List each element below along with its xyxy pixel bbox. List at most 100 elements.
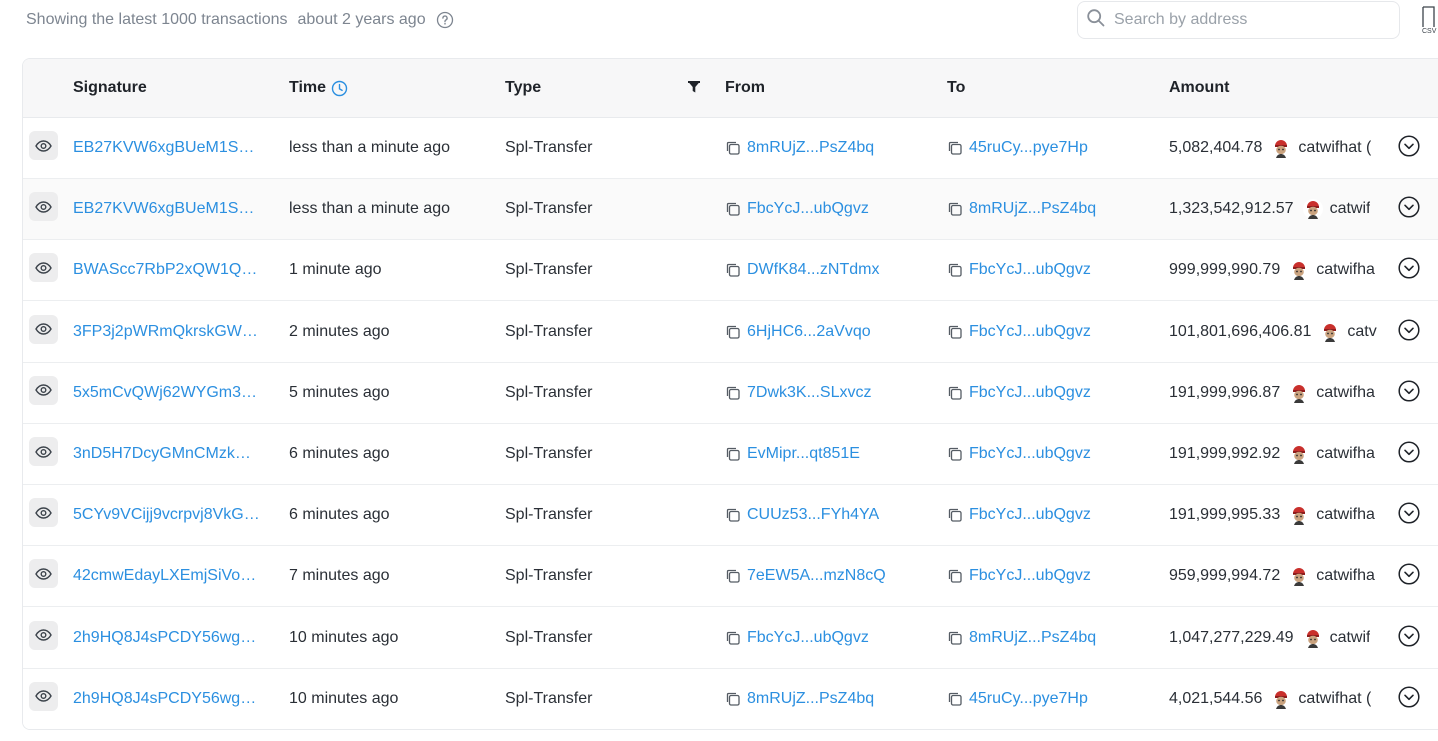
filter-icon[interactable]: [687, 80, 701, 94]
copy-icon[interactable]: [725, 568, 747, 584]
from-address[interactable]: 7eEW5A...mzN8cQ: [725, 567, 886, 585]
to-address[interactable]: 8mRUjZ...PsZ4bq: [947, 629, 1096, 647]
copy-icon[interactable]: [947, 262, 969, 278]
from-address[interactable]: 8mRUjZ...PsZ4bq: [725, 690, 874, 708]
copy-icon[interactable]: [725, 385, 747, 401]
copy-icon[interactable]: [947, 568, 969, 584]
to-address[interactable]: 45ruCy...pye7Hp: [947, 139, 1088, 157]
view-details-button[interactable]: [29, 437, 58, 466]
from-address[interactable]: EvMipr...qt851E: [725, 445, 860, 463]
table-row[interactable]: 2h9HQ8J4sPCDY56wg… 10 minutes ago Spl-Tran…: [23, 668, 1438, 729]
signature-link[interactable]: BWAScc7RbP2xQW1Q…: [73, 240, 263, 300]
copy-icon[interactable]: [725, 262, 747, 278]
from-address[interactable]: FbcYcJ...ubQgvz: [725, 200, 869, 218]
copy-icon[interactable]: [725, 446, 747, 462]
to-address[interactable]: 8mRUjZ...PsZ4bq: [947, 200, 1096, 218]
token-name[interactable]: catwifha: [1316, 261, 1375, 279]
view-details-button[interactable]: [29, 681, 58, 711]
expand-row-button[interactable]: [1397, 256, 1421, 280]
copy-icon[interactable]: [725, 140, 747, 156]
table-row[interactable]: EB27KVW6xgBUeM1So… less than a minute ago…: [23, 118, 1438, 179]
view-details-button[interactable]: [29, 559, 58, 589]
token-name[interactable]: catwifha: [1316, 384, 1375, 402]
to-address[interactable]: FbcYcJ...ubQgvz: [947, 506, 1091, 524]
expand-row-button[interactable]: [1397, 624, 1421, 648]
copy-icon[interactable]: [947, 691, 969, 707]
from-address[interactable]: DWfK84...zNTdmx: [725, 261, 879, 279]
csv-export-icon[interactable]: CSV: [1421, 6, 1438, 39]
from-address[interactable]: 6HjHC6...2aVvqo: [725, 323, 871, 341]
table-row[interactable]: 42cmwEdayLXEmjSiVo… 7 minutes ago Spl-Tran…: [23, 546, 1438, 608]
from-address[interactable]: FbcYcJ...ubQgvz: [725, 629, 869, 647]
signature-link[interactable]: 2h9HQ8J4sPCDY56wg…: [73, 608, 263, 668]
expand-row-button[interactable]: [1397, 501, 1421, 525]
signature-link[interactable]: 5CYv9VCijj9vcrpvj8VkG…: [73, 485, 263, 545]
signature-link[interactable]: 42cmwEdayLXEmjSiVo…: [73, 546, 263, 606]
clock-icon[interactable]: [331, 80, 348, 97]
copy-icon[interactable]: [947, 140, 969, 156]
signature-link[interactable]: 2h9HQ8J4sPCDY56wg…: [73, 669, 263, 729]
search-box[interactable]: [1077, 1, 1400, 39]
copy-icon[interactable]: [947, 385, 969, 401]
table-row[interactable]: 3nD5H7DcyGMnCMzk… 6 minutes ago Spl-Transf…: [23, 424, 1438, 485]
signature-link[interactable]: 3nD5H7DcyGMnCMzk…: [73, 424, 263, 484]
from-address[interactable]: 7Dwk3K...SLxvcz: [725, 384, 871, 402]
copy-icon[interactable]: [725, 507, 747, 523]
token-name[interactable]: catwifha: [1316, 506, 1375, 524]
toolbar: Showing the latest 1000 transactions abo…: [0, 0, 1438, 40]
to-address[interactable]: 45ruCy...pye7Hp: [947, 690, 1088, 708]
from-address[interactable]: CUUz53...FYh4YA: [725, 506, 879, 524]
table-row[interactable]: 5CYv9VCijj9vcrpvj8VkG… 6 minutes ago Spl-T…: [23, 485, 1438, 547]
token-name[interactable]: catv: [1347, 323, 1376, 341]
copy-icon[interactable]: [725, 201, 747, 217]
signature-link[interactable]: EB27KVW6xgBUeM1So…: [73, 118, 263, 178]
view-details-button[interactable]: [29, 498, 58, 528]
expand-row-button[interactable]: [1397, 685, 1421, 709]
view-details-button[interactable]: [29, 375, 58, 405]
token-name[interactable]: catwifha: [1316, 567, 1375, 585]
signature-link[interactable]: 3FP3j2pWRmQkrskGW…: [73, 302, 263, 362]
expand-row-button[interactable]: [1397, 440, 1421, 464]
token-name[interactable]: catwif: [1330, 200, 1371, 218]
table-row[interactable]: 5x5mCvQWj62WYGm3… 5 minutes ago Spl-Transf…: [23, 362, 1438, 424]
column-header-time[interactable]: Time: [289, 79, 348, 97]
copy-icon[interactable]: [725, 324, 747, 340]
expand-row-button[interactable]: [1397, 134, 1421, 158]
copy-icon[interactable]: [947, 507, 969, 523]
token-name[interactable]: catwifhat (: [1298, 690, 1371, 708]
signature-link[interactable]: EB27KVW6xgBUeM1So…: [73, 179, 263, 239]
to-address[interactable]: FbcYcJ...ubQgvz: [947, 261, 1091, 279]
view-details-button[interactable]: [29, 314, 58, 344]
copy-icon[interactable]: [725, 691, 747, 707]
amount-value: 4,021,544.56: [1169, 689, 1263, 707]
table-row[interactable]: EB27KVW6xgBUeM1So… less than a minute ago…: [23, 179, 1438, 241]
table-row[interactable]: 3FP3j2pWRmQkrskGW… 2 minutes ago Spl-Trans…: [23, 301, 1438, 363]
to-address[interactable]: FbcYcJ...ubQgvz: [947, 445, 1091, 463]
table-row[interactable]: BWAScc7RbP2xQW1Q… 1 minute ago Spl-Transfe…: [23, 240, 1438, 302]
from-address[interactable]: 8mRUjZ...PsZ4bq: [725, 139, 874, 157]
to-address[interactable]: FbcYcJ...ubQgvz: [947, 567, 1091, 585]
token-name[interactable]: catwifha: [1316, 445, 1375, 463]
copy-icon[interactable]: [947, 446, 969, 462]
signature-link[interactable]: 5x5mCvQWj62WYGm3…: [73, 363, 263, 423]
to-address[interactable]: FbcYcJ...ubQgvz: [947, 384, 1091, 402]
expand-row-button[interactable]: [1397, 562, 1421, 586]
help-circle-icon[interactable]: [436, 11, 454, 29]
view-details-button[interactable]: [29, 253, 58, 283]
table-row[interactable]: 2h9HQ8J4sPCDY56wg… 10 minutes ago Spl-Tran…: [23, 607, 1438, 669]
copy-icon[interactable]: [947, 324, 969, 340]
token-name[interactable]: catwifhat (: [1298, 139, 1371, 157]
from-address-text: 7eEW5A...mzN8cQ: [747, 567, 886, 585]
expand-row-button[interactable]: [1397, 379, 1421, 403]
copy-icon[interactable]: [725, 630, 747, 646]
token-name[interactable]: catwif: [1330, 629, 1371, 647]
copy-icon[interactable]: [947, 630, 969, 646]
expand-row-button[interactable]: [1397, 195, 1421, 219]
expand-row-button[interactable]: [1397, 318, 1421, 342]
view-details-button[interactable]: [29, 131, 58, 160]
view-details-button[interactable]: [29, 192, 58, 222]
to-address[interactable]: FbcYcJ...ubQgvz: [947, 323, 1091, 341]
search-input[interactable]: [1114, 11, 1374, 29]
copy-icon[interactable]: [947, 201, 969, 217]
view-details-button[interactable]: [29, 620, 58, 650]
